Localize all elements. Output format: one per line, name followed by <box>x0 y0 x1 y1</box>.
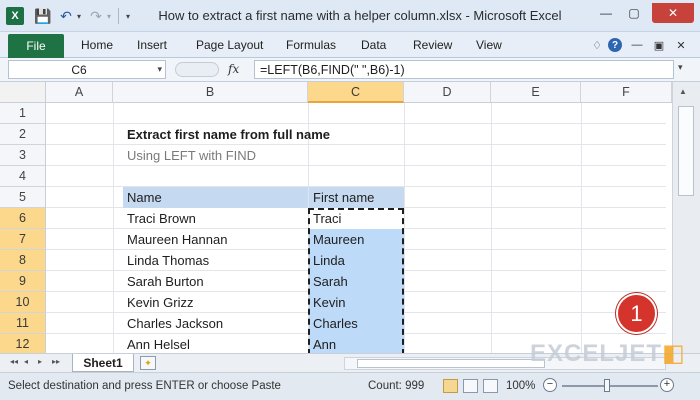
formula-bar: C6 ▾ fx =LEFT(B6,FIND(" ",B6)-1) ▾ <box>0 58 700 82</box>
title-bar: X 💾 ↶ ▾ ↷ ▾ ▾ How to extract a first nam… <box>0 0 700 32</box>
maximize-button[interactable]: ▢ <box>622 3 646 23</box>
workbook-restore-button[interactable]: ▣ <box>652 38 666 52</box>
row-header-selected[interactable]: 7 <box>0 229 46 250</box>
name-box[interactable]: C6 ▾ <box>8 60 166 79</box>
insert-function-icon[interactable]: fx <box>228 62 239 76</box>
tab-insert[interactable]: Insert <box>137 38 167 52</box>
zoom-out-icon[interactable]: − <box>543 378 557 392</box>
first-name-cell[interactable]: Charles <box>309 313 404 334</box>
name-box-value: C6 <box>71 63 87 77</box>
row-header-selected[interactable]: 11 <box>0 313 46 334</box>
worksheet-grid[interactable]: A B C D E F 1 2 3 4 5 6 7 8 9 10 11 12 E… <box>0 82 700 353</box>
vertical-scrollbar[interactable]: ▲ <box>672 82 700 353</box>
name-cell[interactable]: Charles Jackson <box>123 313 308 334</box>
column-header-d[interactable]: D <box>404 82 491 103</box>
first-name-cell[interactable]: Kevin <box>309 292 404 313</box>
select-all-button[interactable] <box>0 82 46 103</box>
first-name-cell[interactable]: Maureen <box>309 229 404 250</box>
previous-sheet-icon[interactable]: ◂ <box>24 357 28 366</box>
column-header-a[interactable]: A <box>46 82 113 103</box>
tab-review[interactable]: Review <box>413 38 452 52</box>
excel-icon[interactable]: X <box>6 7 24 25</box>
exceljet-watermark-text: EXCELJET <box>530 340 663 367</box>
normal-view-icon[interactable] <box>443 379 458 393</box>
tab-home[interactable]: Home <box>81 38 113 52</box>
sheet-subtitle[interactable]: Using LEFT with FIND <box>123 145 423 166</box>
column-header-e[interactable]: E <box>491 82 581 103</box>
exceljet-mark-icon: ◧ <box>662 340 686 367</box>
zoom-level[interactable]: 100% <box>506 380 535 392</box>
workbook-close-button[interactable]: ✕ <box>674 38 688 52</box>
formula-input[interactable]: =LEFT(B6,FIND(" ",B6)-1) <box>254 60 674 79</box>
column-header-c[interactable]: C <box>308 82 404 103</box>
sheet-tab-sheet1[interactable]: Sheet1 <box>72 354 134 372</box>
tab-page-layout[interactable]: Page Layout <box>196 38 263 52</box>
customize-toolbar-icon[interactable]: ▾ <box>123 7 133 25</box>
status-bar: Select destination and press ENTER or ch… <box>0 372 700 400</box>
last-sheet-icon[interactable]: ▸▸ <box>52 357 60 366</box>
exceljet-watermark: EXCELJET◧ <box>530 339 686 368</box>
scroll-up-icon[interactable]: ▲ <box>679 87 687 96</box>
row-header[interactable]: 3 <box>0 145 46 166</box>
column-header-f[interactable]: F <box>581 82 672 103</box>
first-name-cell[interactable]: Ann <box>309 334 404 353</box>
tab-file[interactable]: File <box>8 34 64 58</box>
first-name-cell[interactable]: Sarah <box>309 271 404 292</box>
status-message: Select destination and press ENTER or ch… <box>8 380 281 392</box>
step-number-badge: 1 <box>616 293 657 334</box>
page-layout-view-icon[interactable] <box>463 379 478 393</box>
table-header-first-name[interactable]: First name <box>309 187 404 208</box>
expand-formula-bar-icon[interactable]: ▾ <box>678 62 683 73</box>
tab-formulas[interactable]: Formulas <box>286 38 336 52</box>
help-icon[interactable]: ? <box>608 38 622 52</box>
ribbon-collapse-icon[interactable]: ♢ <box>590 38 604 52</box>
first-name-cell-active[interactable]: Traci <box>309 208 404 229</box>
tab-view[interactable]: View <box>476 38 502 52</box>
redo-icon[interactable]: ↷ <box>88 7 104 25</box>
row-header-selected[interactable]: 8 <box>0 250 46 271</box>
undo-icon[interactable]: ↶ <box>58 7 74 25</box>
first-name-cell[interactable]: Linda <box>309 250 404 271</box>
name-cell[interactable]: Sarah Burton <box>123 271 308 292</box>
workbook-minimize-button[interactable]: — <box>630 38 644 52</box>
name-cell[interactable]: Kevin Grizz <box>123 292 308 313</box>
row-header-selected[interactable]: 10 <box>0 292 46 313</box>
row-header[interactable]: 5 <box>0 187 46 208</box>
name-cell[interactable]: Maureen Hannan <box>123 229 308 250</box>
row-header[interactable]: 4 <box>0 166 46 187</box>
horizontal-scroll-thumb[interactable] <box>357 359 545 368</box>
row-header-selected[interactable]: 6 <box>0 208 46 229</box>
name-cell[interactable]: Traci Brown <box>123 208 308 229</box>
row-header-selected[interactable]: 12 <box>0 334 46 353</box>
tab-data[interactable]: Data <box>361 38 386 52</box>
vertical-scroll-thumb[interactable] <box>678 106 694 196</box>
column-header-b[interactable]: B <box>113 82 308 103</box>
zoom-slider-thumb[interactable] <box>604 379 610 392</box>
row-header[interactable]: 1 <box>0 103 46 124</box>
undo-dropdown-icon[interactable]: ▾ <box>74 7 84 25</box>
next-sheet-icon[interactable]: ▸ <box>38 357 42 366</box>
redo-dropdown-icon[interactable]: ▾ <box>104 7 114 25</box>
page-break-view-icon[interactable] <box>483 379 498 393</box>
close-button[interactable]: ✕ <box>652 3 694 23</box>
formula-bar-grip[interactable] <box>175 62 219 77</box>
sheet-title[interactable]: Extract first name from full name <box>123 124 423 145</box>
toolbar-separator <box>118 8 119 24</box>
new-sheet-icon[interactable]: ✦ <box>140 356 156 370</box>
minimize-button[interactable]: — <box>594 3 618 23</box>
row-header[interactable]: 2 <box>0 124 46 145</box>
status-count[interactable]: Count: 999 <box>368 380 424 392</box>
sheet-tab-bar: ◂◂ ◂ ▸ ▸▸ Sheet1 ✦ EXCELJET◧ <box>0 340 700 372</box>
chevron-down-icon[interactable]: ▾ <box>157 64 162 75</box>
row-header-selected[interactable]: 9 <box>0 271 46 292</box>
first-sheet-icon[interactable]: ◂◂ <box>10 357 18 366</box>
name-cell[interactable]: Ann Helsel <box>123 334 308 353</box>
name-cell[interactable]: Linda Thomas <box>123 250 308 271</box>
table-header-name[interactable]: Name <box>123 187 308 208</box>
save-icon[interactable]: 💾 <box>34 7 52 25</box>
window-title: How to extract a first name with a helpe… <box>158 8 562 23</box>
zoom-slider[interactable] <box>562 385 658 387</box>
zoom-in-icon[interactable]: + <box>660 378 674 392</box>
ribbon-tabs: File Home Insert Page Layout Formulas Da… <box>0 32 700 58</box>
